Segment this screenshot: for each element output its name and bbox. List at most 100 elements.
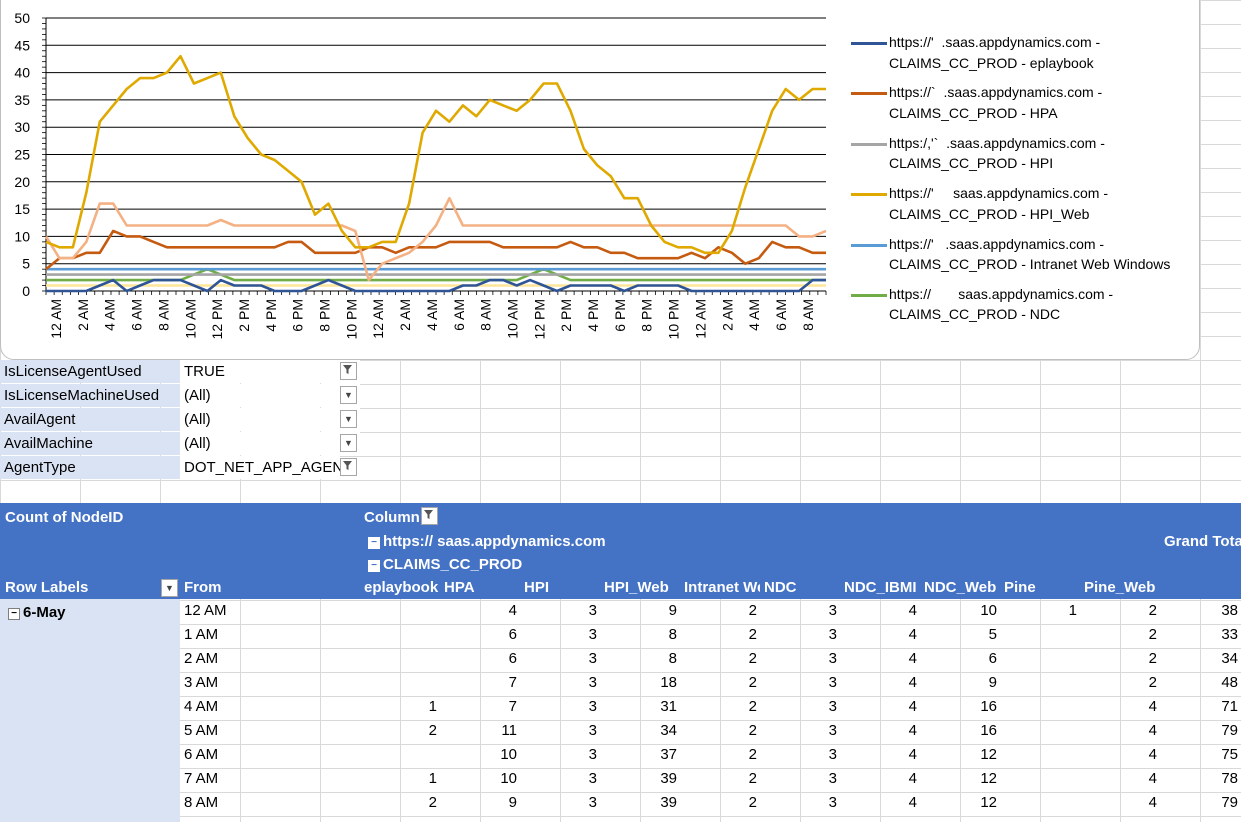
collapse-icon[interactable]: − bbox=[368, 537, 380, 549]
dropdown-button[interactable]: ▼ bbox=[340, 410, 357, 428]
grand-total-cell[interactable]: 33 bbox=[1160, 623, 1241, 647]
dropdown-button[interactable]: ▼ bbox=[340, 434, 357, 452]
column-header[interactable]: HPA bbox=[444, 579, 520, 596]
table-cell[interactable]: 4 bbox=[840, 767, 920, 791]
table-cell[interactable]: 2 bbox=[1080, 623, 1160, 647]
row-from-label[interactable]: 6 AM bbox=[180, 743, 360, 767]
table-cell[interactable]: 6 bbox=[440, 647, 520, 671]
column-header[interactable]: eplaybook bbox=[364, 579, 440, 596]
table-cell[interactable]: 7 bbox=[440, 695, 520, 719]
source-group-header[interactable]: − https:// saas.appdynamics.com bbox=[368, 533, 606, 550]
table-cell[interactable]: 9 bbox=[920, 671, 1000, 695]
table-cell[interactable]: 2 bbox=[680, 695, 760, 719]
table-cell[interactable]: 12 bbox=[920, 791, 1000, 815]
table-cell[interactable]: 2 bbox=[1080, 671, 1160, 695]
table-cell[interactable]: 31 bbox=[600, 695, 680, 719]
table-cell[interactable] bbox=[1000, 743, 1080, 767]
table-cell[interactable] bbox=[1000, 791, 1080, 815]
table-cell[interactable]: 2 bbox=[680, 743, 760, 767]
table-cell[interactable]: 2 bbox=[360, 719, 440, 743]
table-cell[interactable] bbox=[360, 623, 440, 647]
table-cell[interactable]: 9 bbox=[440, 791, 520, 815]
grand-total-cell[interactable]: 75 bbox=[1160, 743, 1241, 767]
table-cell[interactable]: 4 bbox=[1080, 695, 1160, 719]
table-cell[interactable]: 3 bbox=[520, 623, 600, 647]
row-from-label[interactable]: 2 AM bbox=[180, 647, 360, 671]
table-cell[interactable]: 1 bbox=[1000, 599, 1080, 623]
row-from-label[interactable]: 8 AM bbox=[180, 791, 360, 815]
table-cell[interactable]: 3 bbox=[760, 599, 840, 623]
table-cell[interactable]: 3 bbox=[760, 647, 840, 671]
table-cell[interactable]: 3 bbox=[520, 647, 600, 671]
table-cell[interactable]: 4 bbox=[840, 719, 920, 743]
row-from-label[interactable]: 12 AM bbox=[180, 599, 360, 623]
row-from-label[interactable]: 3 AM bbox=[180, 671, 360, 695]
grand-total-cell[interactable]: 78 bbox=[1160, 767, 1241, 791]
table-cell[interactable]: 3 bbox=[520, 599, 600, 623]
column-filter-button[interactable] bbox=[421, 507, 438, 525]
table-cell[interactable] bbox=[1000, 647, 1080, 671]
table-cell[interactable]: 12 bbox=[920, 743, 1000, 767]
table-cell[interactable]: 2 bbox=[1080, 599, 1160, 623]
table-cell[interactable]: 3 bbox=[760, 695, 840, 719]
table-cell[interactable]: 2 bbox=[680, 623, 760, 647]
table-cell[interactable]: 6 bbox=[920, 647, 1000, 671]
table-cell[interactable] bbox=[1000, 719, 1080, 743]
line-chart[interactable]: 50 45 40 35 30 25 20 15 10 5 0 12 AM 2 AM 4 AM 6 AM 8 A… bbox=[0, 0, 1200, 360]
table-cell[interactable] bbox=[360, 671, 440, 695]
filter-value[interactable]: TRUE bbox=[180, 360, 360, 383]
grand-total-cell[interactable]: 79 bbox=[1160, 719, 1241, 743]
grand-total-cell[interactable]: 34 bbox=[1160, 647, 1241, 671]
row-labels-dropdown[interactable]: ▼ bbox=[161, 579, 178, 597]
table-cell[interactable] bbox=[1000, 623, 1080, 647]
table-cell[interactable]: 3 bbox=[520, 767, 600, 791]
table-cell[interactable]: 18 bbox=[600, 671, 680, 695]
table-cell[interactable]: 4 bbox=[1080, 767, 1160, 791]
filter-value[interactable]: (All) bbox=[180, 384, 360, 407]
date-group[interactable]: −6-May bbox=[8, 604, 66, 621]
filter-value[interactable]: (All) bbox=[180, 432, 360, 455]
table-cell[interactable]: 10 bbox=[920, 599, 1000, 623]
collapse-icon[interactable]: − bbox=[368, 560, 380, 572]
table-cell[interactable]: 4 bbox=[1080, 719, 1160, 743]
table-cell[interactable]: 3 bbox=[520, 695, 600, 719]
column-header[interactable]: Pine bbox=[1004, 579, 1080, 596]
table-cell[interactable]: 4 bbox=[1080, 743, 1160, 767]
column-header[interactable]: Intranet Web Windows bbox=[684, 579, 760, 596]
grand-total-cell[interactable]: 38 bbox=[1160, 599, 1241, 623]
row-from-label[interactable]: 5 AM bbox=[180, 719, 360, 743]
table-cell[interactable]: 4 bbox=[840, 671, 920, 695]
table-cell[interactable]: 4 bbox=[840, 599, 920, 623]
table-cell[interactable]: 3 bbox=[760, 791, 840, 815]
table-cell[interactable]: 5 bbox=[920, 623, 1000, 647]
column-header[interactable]: NDC_IBMI bbox=[844, 579, 920, 596]
table-cell[interactable] bbox=[360, 647, 440, 671]
table-cell[interactable]: 3 bbox=[760, 671, 840, 695]
filter-value[interactable]: DOT_NET_APP_AGENT bbox=[180, 456, 340, 479]
table-cell[interactable]: 4 bbox=[1080, 791, 1160, 815]
table-cell[interactable]: 8 bbox=[600, 647, 680, 671]
table-cell[interactable]: 2 bbox=[680, 791, 760, 815]
table-cell[interactable]: 34 bbox=[600, 719, 680, 743]
table-cell[interactable] bbox=[360, 743, 440, 767]
table-cell[interactable]: 11 bbox=[440, 719, 520, 743]
table-cell[interactable] bbox=[360, 599, 440, 623]
column-header[interactable]: NDC bbox=[764, 579, 840, 596]
table-cell[interactable]: 37 bbox=[600, 743, 680, 767]
table-cell[interactable]: 3 bbox=[760, 767, 840, 791]
row-from-label[interactable]: 1 AM bbox=[180, 623, 360, 647]
table-cell[interactable]: 4 bbox=[840, 791, 920, 815]
grand-total-cell[interactable]: 71 bbox=[1160, 695, 1241, 719]
row-from-label[interactable]: 4 AM bbox=[180, 695, 360, 719]
collapse-icon[interactable]: − bbox=[8, 608, 20, 620]
table-cell[interactable]: 2 bbox=[680, 767, 760, 791]
table-cell[interactable]: 4 bbox=[840, 743, 920, 767]
column-header[interactable]: HPI bbox=[524, 579, 600, 596]
table-cell[interactable]: 3 bbox=[520, 791, 600, 815]
table-cell[interactable]: 8 bbox=[600, 623, 680, 647]
column-header[interactable]: HPI_Web bbox=[604, 579, 680, 596]
table-cell[interactable]: 1 bbox=[360, 767, 440, 791]
table-cell[interactable]: 2 bbox=[360, 791, 440, 815]
dropdown-button[interactable]: ▼ bbox=[340, 386, 357, 404]
table-cell[interactable]: 2 bbox=[680, 719, 760, 743]
